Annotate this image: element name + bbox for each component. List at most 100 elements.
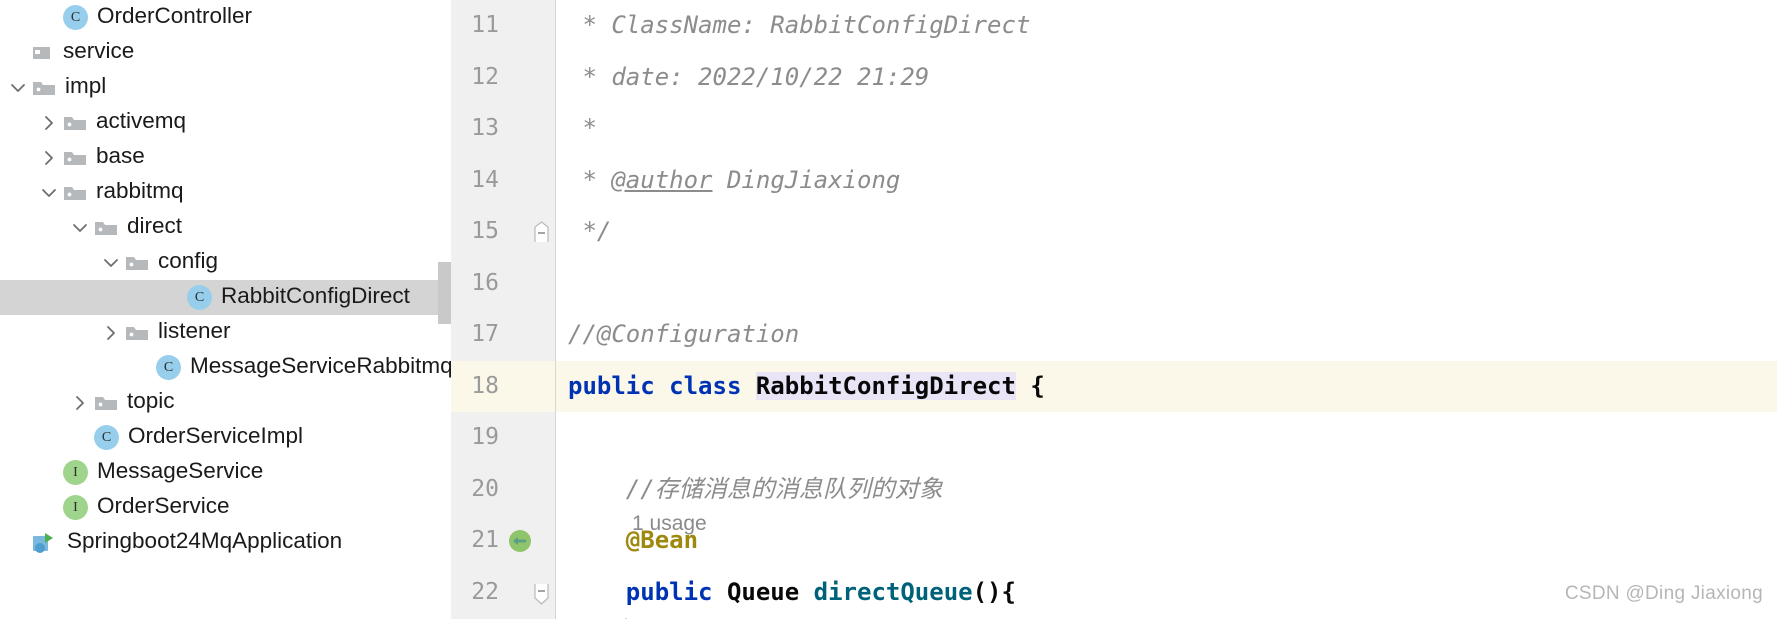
gutter-line-11[interactable]: 11 xyxy=(451,0,555,52)
code-line-13[interactable]: * xyxy=(556,103,1777,155)
class-name-rabbitconfigdirect[interactable]: RabbitConfigDirect xyxy=(755,371,1016,400)
folder-icon xyxy=(32,78,56,98)
chevron-right-icon[interactable] xyxy=(70,393,90,413)
javadoc-author-tag[interactable]: @author xyxy=(611,166,712,194)
folder-icon xyxy=(63,113,87,133)
tree-item-listener[interactable]: listener xyxy=(0,315,451,350)
javadoc-star: * xyxy=(568,11,612,39)
code-line-21[interactable]: @Bean xyxy=(556,515,1777,567)
chevron-down-icon[interactable] xyxy=(101,253,121,273)
line-number: 22 xyxy=(471,578,499,605)
tree-item-config[interactable]: config xyxy=(0,245,451,280)
tree-item-messageservicerabbitmqdirect[interactable]: C MessageServiceRabbitmqDirect xyxy=(0,350,451,385)
editor-gutter[interactable]: 11121314151617181920212223 xyxy=(451,0,556,619)
code-line-16[interactable] xyxy=(556,258,1777,310)
tree-item-label: listener xyxy=(158,318,231,344)
code-line-20[interactable]: //存储消息的消息队列的对象 1 usage xyxy=(556,464,1777,535)
tree-item-orderservice[interactable]: I OrderService xyxy=(0,490,451,525)
tree-item-label: rabbitmq xyxy=(96,178,184,204)
folder-icon xyxy=(125,253,149,273)
editor-panel[interactable]: 11121314151617181920212223 * ClassName: … xyxy=(451,0,1777,619)
code-content[interactable]: * ClassName: RabbitConfigDirect * date: … xyxy=(556,0,1777,619)
tree-item-label: config xyxy=(158,248,219,274)
gutter-line-20[interactable]: 20 xyxy=(451,464,555,516)
tree-item-topic[interactable]: topic xyxy=(0,385,451,420)
javadoc-classname-text: ClassName: RabbitConfigDirect xyxy=(611,11,1031,39)
line-number: 20 xyxy=(471,475,499,502)
tree-item-impl[interactable]: impl xyxy=(0,70,451,105)
tree-item-label: OrderService xyxy=(97,493,230,519)
gutter-line-19[interactable]: 19 xyxy=(451,412,555,464)
code-line-18[interactable]: public class RabbitConfigDirect { xyxy=(556,360,1777,412)
line-number: 11 xyxy=(471,12,499,39)
tree-item-label: MessageServiceRabbitmqDirect xyxy=(190,353,451,379)
gutter-line-13[interactable]: 13 xyxy=(451,103,555,155)
gutter-line-16[interactable]: 16 xyxy=(451,258,555,310)
tree-item-service[interactable]: service xyxy=(0,35,451,70)
method-directqueue[interactable]: directQueue xyxy=(814,578,973,606)
tree-item-label: service xyxy=(63,38,135,64)
line-number: 14 xyxy=(471,166,499,193)
tree-item-springboot24mqapplication[interactable]: Springboot24MqApplication xyxy=(0,525,451,560)
project-tree-list[interactable]: C OrderController service impl activemq base r… xyxy=(0,0,451,560)
sidebar-scrollbar-track[interactable] xyxy=(438,0,451,619)
keyword-public: public xyxy=(568,371,655,400)
tree-item-messageservice[interactable]: I MessageService xyxy=(0,455,451,490)
tree-item-activemq[interactable]: activemq xyxy=(0,105,451,140)
folder-icon xyxy=(63,183,87,203)
chevron-down-icon[interactable] xyxy=(8,78,28,98)
project-tree-panel[interactable]: C OrderController service impl activemq base r… xyxy=(0,0,451,619)
code-line-19[interactable] xyxy=(556,412,1777,464)
tree-item-rabbitmq[interactable]: rabbitmq xyxy=(0,175,451,210)
javadoc-star: * xyxy=(568,62,612,91)
keyword-public: public xyxy=(625,577,713,606)
line-number: 13 xyxy=(471,115,499,142)
code-line-12[interactable]: * date: 2022/10/22 21:29 xyxy=(556,52,1777,104)
gutter-line-22[interactable]: 22 xyxy=(451,567,555,619)
gutter-line-14[interactable]: 14 xyxy=(451,155,555,207)
javadoc-star: * xyxy=(568,165,612,194)
tree-item-label: impl xyxy=(65,73,107,99)
folder-icon xyxy=(94,218,118,238)
code-line-17[interactable]: //@Configuration xyxy=(556,309,1777,361)
sidebar-scrollbar-thumb[interactable] xyxy=(438,262,451,324)
method-parens-brace: (){ xyxy=(972,577,1016,606)
tree-item-direct[interactable]: direct xyxy=(0,210,451,245)
javadoc-close: */ xyxy=(568,217,612,245)
class-icon: C xyxy=(63,5,88,30)
line-number: 18 xyxy=(471,372,499,399)
code-line-14[interactable]: * @author DingJiaxiong xyxy=(556,155,1777,207)
gutter-line-21[interactable]: 21 xyxy=(451,515,555,567)
gutter-line-12[interactable]: 12 xyxy=(451,52,555,104)
code-fold-collapse-icon[interactable] xyxy=(533,220,550,243)
folder-icon xyxy=(125,323,149,343)
class-icon: C xyxy=(156,355,181,380)
tree-item-rabbitconfigdirect[interactable]: C RabbitConfigDirect xyxy=(0,280,451,315)
tree-item-label: MessageService xyxy=(97,458,264,484)
chevron-right-icon[interactable] xyxy=(101,323,121,343)
chevron-down-icon[interactable] xyxy=(39,183,59,203)
chevron-down-icon[interactable] xyxy=(70,218,90,238)
folder-icon xyxy=(94,393,118,413)
tree-item-base[interactable]: base xyxy=(0,140,451,175)
code-fold-end-icon[interactable] xyxy=(533,583,550,605)
code-line-15[interactable]: */ xyxy=(556,206,1777,258)
line-number: 16 xyxy=(471,269,499,296)
chevron-right-icon[interactable] xyxy=(39,148,59,168)
chevron-right-icon[interactable] xyxy=(39,113,59,133)
code-line-11[interactable]: * ClassName: RabbitConfigDirect xyxy=(556,0,1777,52)
line-number: 19 xyxy=(471,424,499,451)
tree-item-ordercontroller[interactable]: C OrderController xyxy=(0,0,451,35)
gutter-line-15[interactable]: 15 xyxy=(451,206,555,258)
spring-bean-gutter-icon[interactable] xyxy=(507,528,533,554)
tree-item-orderserviceimpl[interactable]: C OrderServiceImpl xyxy=(0,420,451,455)
type-queue[interactable]: Queue xyxy=(727,578,799,606)
gutter-line-18[interactable]: 18 xyxy=(451,360,555,412)
bean-annotation[interactable]: @Bean xyxy=(626,526,698,554)
spring-boot-app-icon xyxy=(32,530,58,556)
gutter-line-17[interactable]: 17 xyxy=(451,309,555,361)
tree-item-label: base xyxy=(96,143,145,169)
javadoc-star: * xyxy=(568,114,597,142)
tree-item-label: Springboot24MqApplication xyxy=(67,528,343,554)
tree-item-label: direct xyxy=(127,213,183,239)
